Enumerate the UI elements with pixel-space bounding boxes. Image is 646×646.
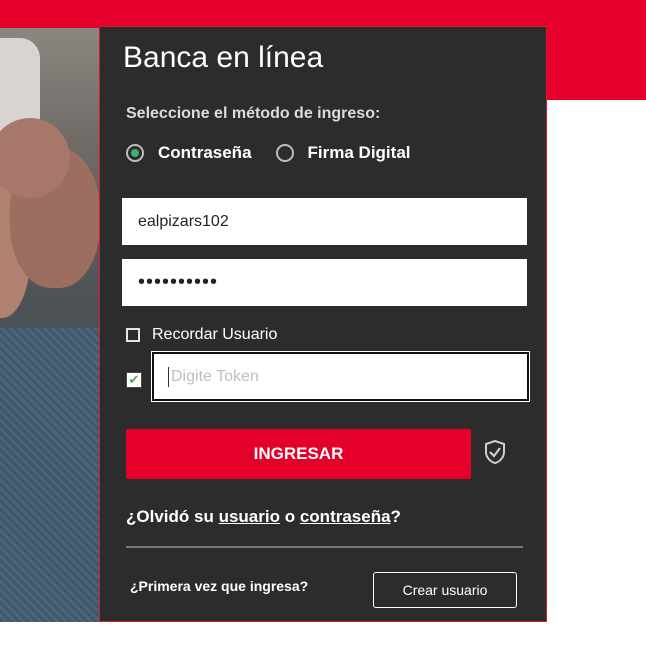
token-checkbox[interactable]: ✔ xyxy=(126,372,142,388)
forgot-suffix: ? xyxy=(390,507,401,526)
remember-user[interactable]: Recordar Usuario xyxy=(126,326,277,344)
shield-check-icon xyxy=(485,440,505,464)
hero-photo xyxy=(0,28,100,622)
password-field[interactable]: •••••••••• xyxy=(122,259,527,306)
radio-firma-digital-option[interactable]: Firma Digital xyxy=(275,143,411,163)
forgot-prefix: ¿Olvidó su xyxy=(126,507,214,526)
remember-checkbox[interactable] xyxy=(126,328,140,342)
remember-label[interactable]: Recordar Usuario xyxy=(152,326,277,344)
method-label: Seleccione el método de ingreso: xyxy=(126,105,381,122)
login-panel: Banca en línea Seleccione el método de i… xyxy=(99,26,547,622)
radio-firma-digital-label[interactable]: Firma Digital xyxy=(308,143,411,163)
forgot-user-link[interactable]: usuario xyxy=(219,507,280,526)
radio-contrasena[interactable] xyxy=(126,144,144,162)
token-input[interactable]: Digite Token xyxy=(152,352,529,401)
username-field[interactable]: ealpizars102 xyxy=(122,198,527,245)
forgot-password-link[interactable]: contraseña xyxy=(300,507,391,526)
divider xyxy=(126,546,523,548)
forgot-credentials: ¿Olvidó su usuario o contraseña? xyxy=(126,507,401,527)
radio-firma-digital[interactable] xyxy=(275,144,294,162)
create-user-button[interactable]: Crear usuario xyxy=(373,572,517,608)
first-time-label: ¿Primera vez que ingresa? xyxy=(130,578,309,594)
radio-contrasena-label[interactable]: Contraseña xyxy=(158,143,252,163)
photo-shirt xyxy=(0,328,100,622)
forgot-middle: o xyxy=(284,507,296,526)
panel-title: Banca en línea xyxy=(123,41,324,74)
method-radio-group: Contraseña Firma Digital xyxy=(126,143,411,163)
ingresar-button[interactable]: INGRESAR xyxy=(126,429,471,479)
text-caret xyxy=(168,366,169,387)
token-placeholder: Digite Token xyxy=(171,367,259,385)
